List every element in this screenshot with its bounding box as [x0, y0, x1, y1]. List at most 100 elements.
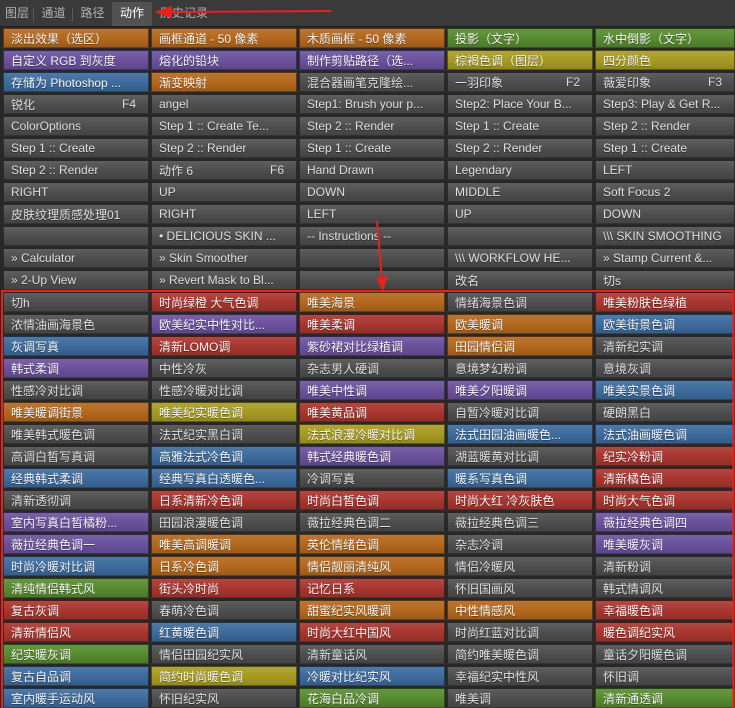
action-button[interactable]: 清新橘色调 — [595, 468, 735, 488]
action-button[interactable]: 薇拉经典色调三 — [447, 512, 593, 532]
action-button[interactable]: Hand Drawn — [299, 160, 445, 180]
action-button[interactable]: LEFT — [595, 160, 735, 180]
action-button[interactable]: 唯美高调暖调 — [151, 534, 297, 554]
action-button[interactable]: 英伦情绪色调 — [299, 534, 445, 554]
action-button[interactable]: Step 1 :: Create — [595, 138, 735, 158]
action-button[interactable]: 韩式经典暖色调 — [299, 446, 445, 466]
action-button[interactable]: 画框通道 - 50 像素 — [151, 28, 297, 48]
action-button[interactable]: 清新透彻调 — [3, 490, 149, 510]
action-button[interactable]: 田园浪漫暖色调 — [151, 512, 297, 532]
action-button[interactable]: 红黄暖色调 — [151, 622, 297, 642]
action-button[interactable]: 浓情油画海景色 — [3, 314, 149, 334]
action-button[interactable]: 记忆日系 — [299, 578, 445, 598]
action-button[interactable]: 意境梦幻粉调 — [447, 358, 593, 378]
action-button[interactable]: 春萌冷色调 — [151, 600, 297, 620]
action-button[interactable]: » Calculator — [3, 248, 149, 268]
action-button[interactable]: 清新纪实调 — [595, 336, 735, 356]
action-button[interactable]: 时尚大红 冷灰肤色 — [447, 490, 593, 510]
action-button[interactable]: 硬朗黑白 — [595, 402, 735, 422]
action-button[interactable]: 杂志冷调 — [447, 534, 593, 554]
action-button[interactable]: 日系清新冷色调 — [151, 490, 297, 510]
action-button[interactable]: Step 1 :: Create — [3, 138, 149, 158]
action-button[interactable]: 冷暖对比纪实风 — [299, 666, 445, 686]
action-button[interactable]: 清纯情侣韩式风 — [3, 578, 149, 598]
action-button[interactable]: 高调白皙写真调 — [3, 446, 149, 466]
action-button[interactable]: Step 2 :: Render — [151, 138, 297, 158]
action-button[interactable]: 怀旧纪实风 — [151, 688, 297, 708]
action-button[interactable]: 四分颜色 — [595, 50, 735, 70]
action-button[interactable]: LEFT — [299, 204, 445, 224]
action-button[interactable]: 自定义 RGB 到灰度 — [3, 50, 149, 70]
action-button[interactable]: 室内暖手运动风 — [3, 688, 149, 708]
action-button[interactable]: 熔化的铅块 — [151, 50, 297, 70]
action-button[interactable]: 杂志男人硬调 — [299, 358, 445, 378]
action-button[interactable]: 时尚绿橙 大气色调 — [151, 292, 297, 312]
action-button[interactable]: 清新童话风 — [299, 644, 445, 664]
action-button[interactable]: 灰调写真 — [3, 336, 149, 356]
action-button[interactable]: 经典写真白透暖色... — [151, 468, 297, 488]
action-button[interactable]: 经典韩式柔调 — [3, 468, 149, 488]
action-button[interactable] — [447, 226, 593, 246]
action-button[interactable]: 唯美海景 — [299, 292, 445, 312]
action-button[interactable]: Soft Focus 2 — [595, 182, 735, 202]
action-button[interactable]: Step3: Play & Get R... — [595, 94, 735, 114]
action-button[interactable]: 法式田园油画暖色... — [447, 424, 593, 444]
action-button[interactable]: angel — [151, 94, 297, 114]
action-button[interactable]: 唯美粉肤色绿植 — [595, 292, 735, 312]
action-button[interactable]: Step 2 :: Render — [595, 116, 735, 136]
action-button[interactable]: 唯美夕阳暖调 — [447, 380, 593, 400]
action-button[interactable]: Step 2 :: Render — [299, 116, 445, 136]
action-button[interactable]: Step 2 :: Render — [447, 138, 593, 158]
action-button[interactable]: 时尚冷暖对比调 — [3, 556, 149, 576]
tab-history[interactable]: 历史记录 — [152, 2, 208, 26]
action-button[interactable]: 性感冷暖对比调 — [151, 380, 297, 400]
action-button[interactable]: » 2-Up View — [3, 270, 149, 290]
action-button[interactable]: Step2: Place Your B... — [447, 94, 593, 114]
action-button[interactable]: 时尚红蓝对比调 — [447, 622, 593, 642]
action-button[interactable]: 薇拉经典色调二 — [299, 512, 445, 532]
action-button[interactable]: 法式纪实黑白调 — [151, 424, 297, 444]
action-button[interactable]: 欧美街景色调 — [595, 314, 735, 334]
action-button[interactable]: 性感冷对比调 — [3, 380, 149, 400]
action-button[interactable]: 情绪海景色调 — [447, 292, 593, 312]
action-button[interactable]: 欧美纪实中性对比... — [151, 314, 297, 334]
action-button[interactable]: Step 2 :: Render — [3, 160, 149, 180]
action-button[interactable]: 纪实冷粉调 — [595, 446, 735, 466]
action-button[interactable]: • DELICIOUS SKIN ... — [151, 226, 297, 246]
action-button[interactable]: 清新粉调 — [595, 556, 735, 576]
action-button[interactable]: » Skin Smoother — [151, 248, 297, 268]
tab-channels[interactable]: 通道 — [34, 2, 73, 26]
action-button[interactable]: 制作剪贴路径（选... — [299, 50, 445, 70]
action-button[interactable]: 中性冷灰 — [151, 358, 297, 378]
action-button[interactable]: 高雅法式冷色调 — [151, 446, 297, 466]
action-button[interactable]: 薇拉经典色调一 — [3, 534, 149, 554]
action-button[interactable]: 唯美黄品调 — [299, 402, 445, 422]
tab-layers[interactable]: 图层 — [0, 2, 34, 26]
action-button[interactable]: 一羽印象 F2 — [447, 72, 593, 92]
action-button[interactable]: Step1: Brush your p... — [299, 94, 445, 114]
action-button[interactable]: 唯美调 — [447, 688, 593, 708]
action-button[interactable]: 湖蓝暖黄对比调 — [447, 446, 593, 466]
action-button[interactable]: 唯美韩式暖色调 — [3, 424, 149, 444]
action-button[interactable]: 动作 6 F6 — [151, 160, 297, 180]
action-button[interactable]: 自暂冷暖对比调 — [447, 402, 593, 422]
action-button[interactable]: UP — [151, 182, 297, 202]
action-button[interactable]: Step 1 :: Create — [299, 138, 445, 158]
action-button[interactable]: RIGHT — [151, 204, 297, 224]
action-button[interactable]: 水中倒影（文字） — [595, 28, 735, 48]
action-button[interactable]: 唯美实景色调 — [595, 380, 735, 400]
action-button[interactable]: 甜蜜纪实风暖调 — [299, 600, 445, 620]
action-button[interactable]: 怀旧国画风 — [447, 578, 593, 598]
tab-paths[interactable]: 路径 — [73, 2, 112, 26]
action-button[interactable]: 情侣靓丽清纯风 — [299, 556, 445, 576]
action-button[interactable]: 锐化 F4 — [3, 94, 149, 114]
action-button[interactable]: 改名 — [447, 270, 593, 290]
action-button[interactable]: 皮肤纹理质感处理01 — [3, 204, 149, 224]
action-button[interactable]: 混合器画笔克隆绘... — [299, 72, 445, 92]
action-button[interactable]: 韩式情调风 — [595, 578, 735, 598]
action-button[interactable]: 幸福纪实中性风 — [447, 666, 593, 686]
action-button[interactable]: 渐变映射 — [151, 72, 297, 92]
action-button[interactable]: 时尚大气色调 — [595, 490, 735, 510]
action-button[interactable]: 童话夕阳暖色调 — [595, 644, 735, 664]
action-button[interactable]: 复古自品调 — [3, 666, 149, 686]
